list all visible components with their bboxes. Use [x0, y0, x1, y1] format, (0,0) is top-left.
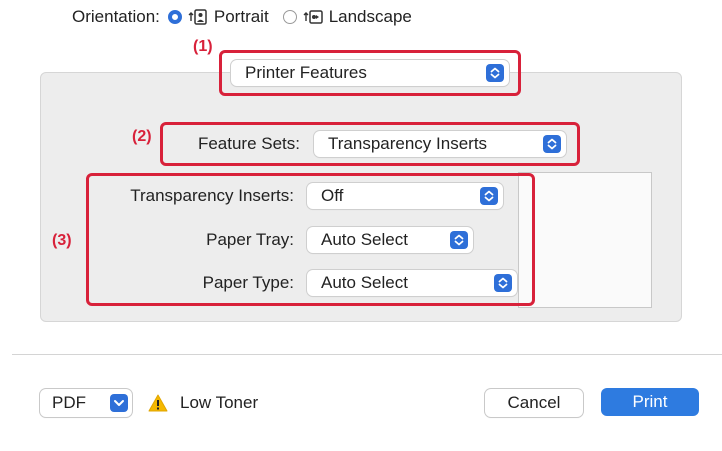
landscape-radio[interactable] — [282, 10, 297, 24]
options-area — [518, 172, 652, 308]
highlight-box-3 — [86, 173, 535, 306]
chevron-down-icon — [110, 394, 128, 412]
divider — [12, 354, 722, 355]
highlight-box-1 — [219, 50, 521, 96]
callout-1: (1) — [193, 38, 213, 55]
low-toner-text: Low Toner — [180, 393, 259, 412]
landscape-orientation-icon — [303, 10, 323, 24]
print-button[interactable]: Print — [601, 388, 699, 416]
landscape-label[interactable]: Landscape — [329, 7, 412, 27]
callout-2: (2) — [132, 128, 152, 145]
portrait-radio[interactable] — [167, 10, 182, 24]
cancel-button[interactable]: Cancel — [485, 389, 583, 417]
warning-icon — [148, 394, 168, 412]
highlight-box-2 — [160, 122, 580, 166]
orientation-label: Orientation: — [72, 7, 160, 26]
orientation-row: Orientation: Portrait Landscape — [72, 6, 412, 28]
callout-3: (3) — [52, 232, 72, 249]
portrait-orientation-icon — [188, 9, 207, 25]
pdf-label: PDF — [52, 393, 86, 412]
portrait-label[interactable]: Portrait — [214, 7, 269, 27]
pdf-menu-button[interactable]: PDF — [40, 389, 132, 417]
